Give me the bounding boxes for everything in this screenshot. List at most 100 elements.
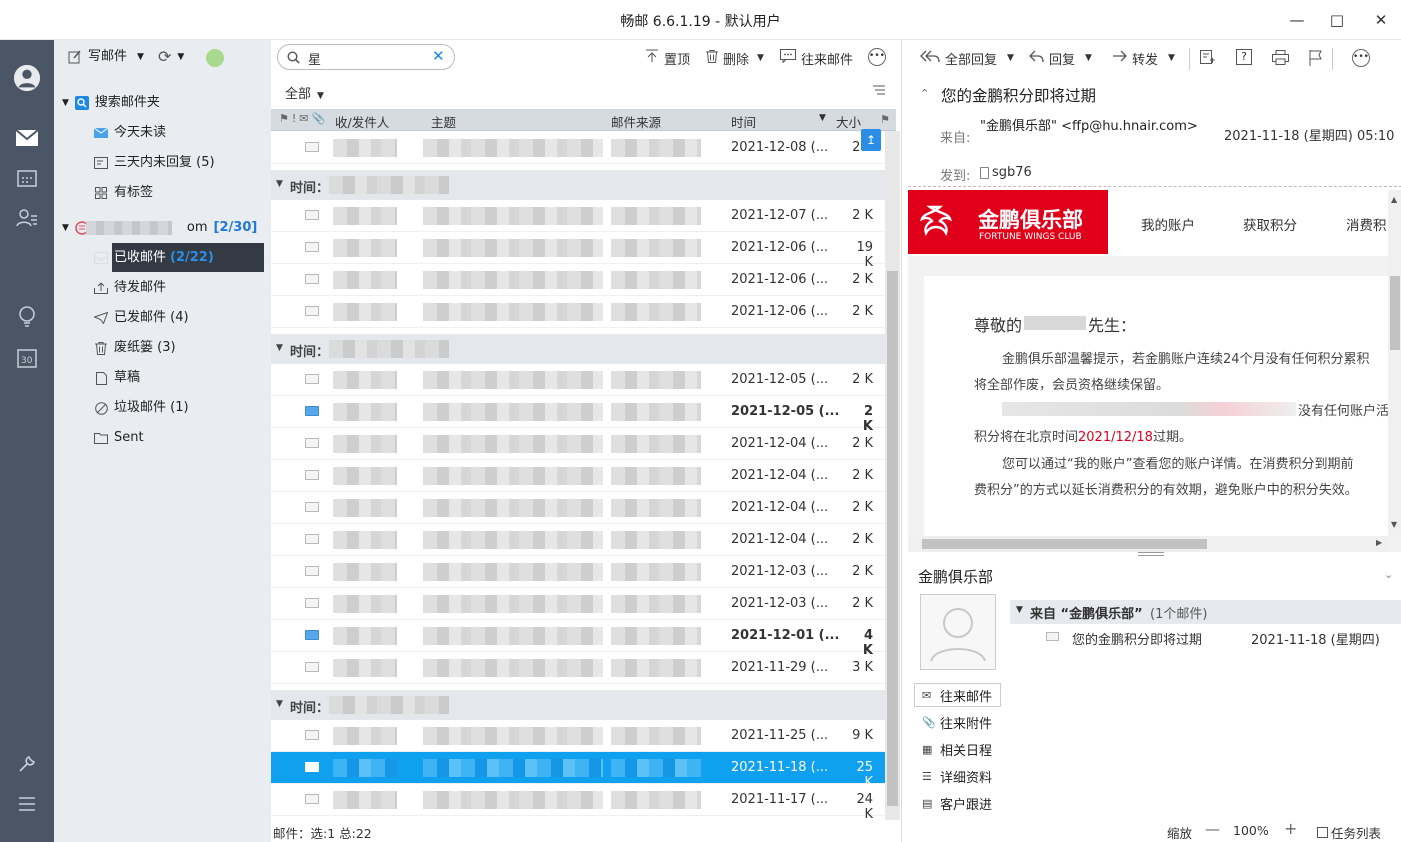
to-recipient[interactable]: sgb76 xyxy=(980,165,1032,180)
reply-dropdown-icon[interactable]: ▼ xyxy=(1085,53,1092,63)
scroll-up-icon[interactable]: ▲ xyxy=(1391,195,1397,204)
more-icon[interactable]: ••• xyxy=(1352,49,1370,67)
folder-tagged[interactable]: 有标签 xyxy=(94,182,153,204)
close-button[interactable]: ✕ xyxy=(1367,8,1395,32)
mail-row[interactable]: 2021-11-18 (... 25 K xyxy=(271,752,896,790)
mail-row[interactable]: 2021-12-06 (... 2 K xyxy=(271,296,896,328)
folder-sent[interactable]: Sent xyxy=(94,427,144,449)
idea-icon[interactable] xyxy=(13,303,41,331)
mail-row[interactable]: 2021-12-06 (... 19 K xyxy=(271,232,896,270)
collapse-icon[interactable]: ▼ xyxy=(62,217,69,239)
search-box[interactable]: 星 ✕ xyxy=(277,44,455,70)
contact-mail-item[interactable]: 您的金鹏积分即将过期 2021-11-18 (星期四) xyxy=(1010,625,1401,651)
contact-action-4[interactable]: ▤ 客户跟进 xyxy=(922,792,992,814)
folder-today-unread[interactable]: 今天未读 xyxy=(94,122,166,144)
search-input[interactable]: 星 xyxy=(308,49,321,68)
email-nav-account[interactable]: 我的账户 xyxy=(1141,214,1195,234)
calendar-30-icon[interactable]: 30 xyxy=(13,344,41,372)
col-size[interactable]: 大小 xyxy=(836,112,861,131)
mail-row[interactable]: 2021-12-01 (... 4 K xyxy=(271,620,896,658)
col-source[interactable]: 邮件来源 xyxy=(611,112,661,131)
tasklist-checkbox[interactable] xyxy=(1317,827,1328,838)
folder-unreplied[interactable]: 三天内未回复 (5) xyxy=(94,152,215,174)
email-nav-spend[interactable]: 消费积 xyxy=(1346,214,1387,234)
folder-spam[interactable]: 垃圾邮件 (1) xyxy=(94,397,189,419)
folder-inbox[interactable]: 已收邮件 (2/22) xyxy=(94,247,214,269)
contact-action-3[interactable]: ☰ 详细资料 xyxy=(922,765,992,787)
collapse-icon[interactable]: ▼ xyxy=(62,92,69,114)
contacts-icon[interactable] xyxy=(13,204,41,232)
mail-row[interactable]: 2021-11-25 (... 9 K xyxy=(271,720,896,752)
mail-row[interactable]: 2021-12-06 (... 2 K xyxy=(271,264,896,296)
splitter-handle[interactable] xyxy=(1138,552,1164,556)
reply-all-button[interactable]: 全部回复 ▼ xyxy=(920,48,1014,68)
folder-sent-cn[interactable]: 已发邮件 (4) xyxy=(94,307,189,329)
collapse-icon[interactable]: ▼ xyxy=(276,699,283,709)
pin-button[interactable]: 置顶 xyxy=(645,48,690,68)
reply-all-dropdown-icon[interactable]: ▼ xyxy=(1007,53,1014,63)
refresh-dropdown-icon[interactable]: ▼ xyxy=(177,46,184,68)
contact-action-1[interactable]: 📎 往来附件 xyxy=(922,711,992,733)
print-icon[interactable] xyxy=(1272,50,1289,69)
mail-icon[interactable] xyxy=(13,124,41,152)
clear-search-icon[interactable]: ✕ xyxy=(432,47,445,65)
delete-button[interactable]: 删除 ▼ xyxy=(706,48,764,68)
mail-row[interactable]: 2021-12-04 (... 2 K xyxy=(271,524,896,556)
forward-button[interactable]: 转发 ▼ xyxy=(1112,48,1175,68)
delete-dropdown-icon[interactable]: ▼ xyxy=(757,53,764,63)
from-address[interactable]: "金鹏俱乐部" <ffp@hu.hnair.com> xyxy=(980,115,1198,134)
email-scroll-thumb[interactable] xyxy=(1390,276,1400,350)
search-folder[interactable]: ▼ 搜索邮件夹 xyxy=(62,92,160,114)
minimize-button[interactable]: — xyxy=(1283,8,1311,32)
email-hscroll-thumb[interactable] xyxy=(922,539,1207,549)
zoom-in-button[interactable]: + xyxy=(1284,819,1297,838)
mail-row[interactable]: 2021-12-04 (... 2 K xyxy=(271,492,896,524)
mail-row[interactable]: 2021-12-05 (... 2 K xyxy=(271,364,896,396)
menu-icon[interactable] xyxy=(13,790,41,818)
help-icon[interactable]: ? xyxy=(1236,49,1252,65)
list-scrollbar[interactable] xyxy=(885,131,900,821)
compose-button[interactable]: 写邮件 ▼ xyxy=(68,46,144,68)
compose-dropdown-icon[interactable]: ▼ xyxy=(137,46,144,68)
col-subject[interactable]: 主题 xyxy=(431,112,456,131)
col-time[interactable]: 时间 xyxy=(731,112,756,131)
mail-row[interactable]: 2021-12-04 (... 2 K xyxy=(271,428,896,460)
translate-icon[interactable] xyxy=(1200,50,1216,70)
sort-icon[interactable] xyxy=(872,84,886,100)
refresh-button[interactable]: ⟳ ▼ xyxy=(158,46,184,68)
zoom-out-button[interactable]: — xyxy=(1205,820,1220,838)
folder-trash[interactable]: 废纸篓 (3) xyxy=(94,337,176,359)
date-group-header[interactable]: ▼ 时间： xyxy=(271,334,896,364)
contact-action-2[interactable]: ▦ 相关日程 xyxy=(922,738,992,760)
mail-row[interactable]: 2021-12-07 (... 2 K xyxy=(271,200,896,232)
collapse-header-icon[interactable]: ⌃ xyxy=(920,87,929,100)
mail-row[interactable]: 2021-12-05 (... 2 K xyxy=(271,396,896,434)
history-button[interactable]: 往来邮件 xyxy=(780,48,853,68)
col-from[interactable]: 收/发件人 xyxy=(335,112,389,131)
mail-row[interactable]: 2021-12-03 (... 2 K xyxy=(271,588,896,620)
folder-outbox[interactable]: 待发邮件 xyxy=(94,277,166,299)
scroll-top-button[interactable]: ↥ xyxy=(861,129,881,151)
reply-button[interactable]: 回复 ▼ xyxy=(1029,48,1092,68)
tasklist-toggle[interactable]: 任务列表 xyxy=(1317,823,1381,842)
folder-drafts[interactable]: 草稿 xyxy=(94,367,140,389)
settings-icon[interactable] xyxy=(13,750,41,778)
mail-row[interactable]: 2021-12-03 (... 2 K xyxy=(271,556,896,588)
collapse-icon[interactable]: ▼ xyxy=(276,343,283,353)
date-group-header[interactable]: ▼ 时间： xyxy=(271,690,896,720)
mail-row[interactable]: 2021-12-08 (...2 K xyxy=(271,132,896,164)
email-hscroll[interactable]: ▶ xyxy=(908,536,1388,552)
account-node[interactable]: ▼ om [2/30] xyxy=(62,217,257,239)
contact-action-0[interactable]: ✉ 往来邮件 xyxy=(922,684,992,706)
collapse-icon[interactable]: ▼ xyxy=(276,179,283,189)
date-group-header[interactable]: ▼ 时间： xyxy=(271,170,896,200)
scroll-down-icon[interactable]: ▼ xyxy=(1391,520,1397,529)
scroll-right-icon[interactable]: ▶ xyxy=(1376,538,1382,547)
maximize-button[interactable]: □ xyxy=(1323,8,1351,32)
filter-dropdown[interactable]: 全部 ▼ xyxy=(285,83,324,102)
contact-collapse-icon[interactable]: ⌄ xyxy=(1384,568,1393,581)
mail-row[interactable]: 2021-12-04 (... 2 K xyxy=(271,460,896,492)
contact-mail-group[interactable]: ▼ 来自 “金鹏俱乐部” (1个邮件) xyxy=(1010,600,1401,624)
forward-dropdown-icon[interactable]: ▼ xyxy=(1168,53,1175,63)
mail-row[interactable]: 2021-11-17 (... 24 K xyxy=(271,784,896,822)
